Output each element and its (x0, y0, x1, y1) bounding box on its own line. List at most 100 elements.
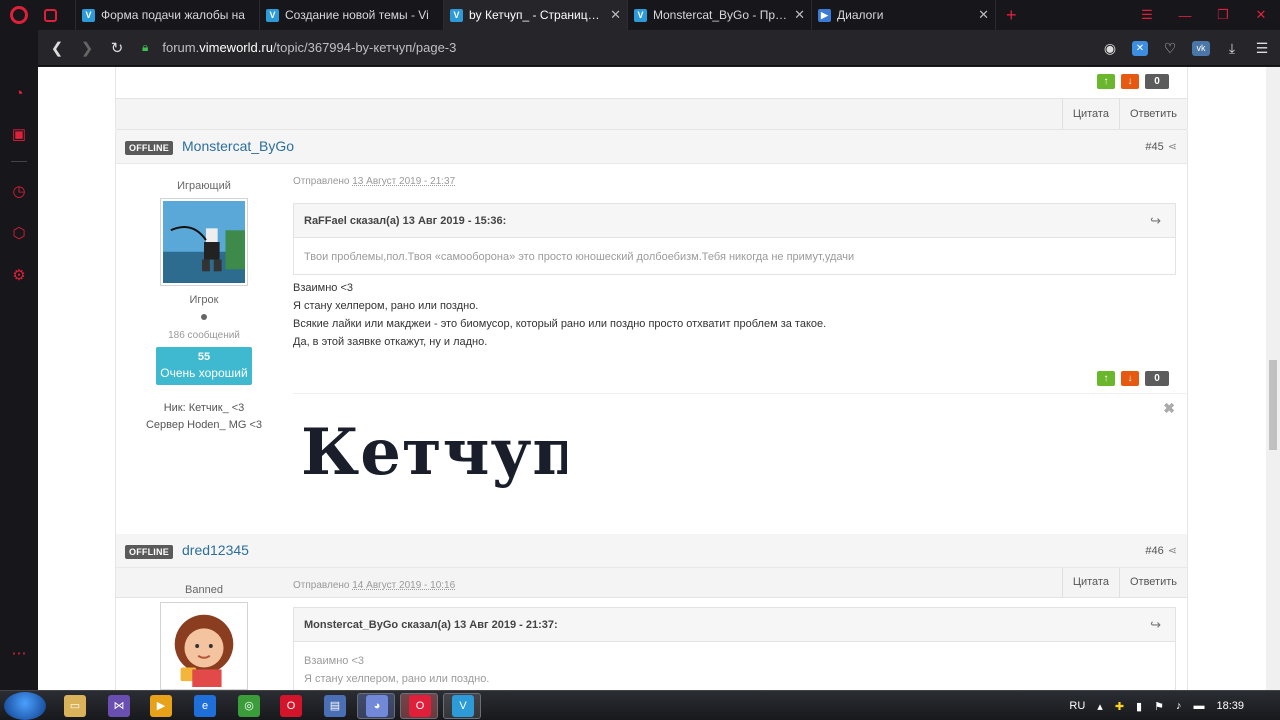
post-header: OFFLINE Monstercat_ByGo #45 ⋖ (116, 130, 1187, 164)
body-line: Да, в этой заявке откажут, ну и ладно. (293, 336, 488, 348)
body-line: Взаимно <3 (293, 282, 353, 294)
download-icon[interactable]: ⤓ (1224, 40, 1240, 57)
speed-dial-icon[interactable]: ◔ (10, 85, 28, 103)
quote-jump-icon[interactable]: ↪ (1150, 204, 1161, 238)
hide-signature-icon[interactable]: ✖ (1163, 400, 1175, 417)
dialogs-icon: ▶ (818, 8, 831, 22)
close-tab-icon[interactable]: ✕ (610, 7, 621, 23)
rep-up-button[interactable]: ↑ (1097, 74, 1115, 89)
battery-icon[interactable]: ▬ (1193, 700, 1204, 712)
windows-taskbar: ▭ ⋈ ▶ e ◎ O ▤ ◕ O V RU ▴ ✚ ▮ ⚑ ♪ ▬ 18:39 (0, 690, 1280, 720)
tab-pinned[interactable] (38, 0, 76, 30)
start-button[interactable] (4, 692, 46, 720)
camera-icon[interactable]: ◉ (1102, 40, 1118, 57)
visual-studio-icon[interactable]: ⋈ (108, 695, 130, 717)
quote-citation: Monstercat_ByGo сказал(а) 13 Авг 2019 - … (304, 619, 558, 631)
opera-taskbar-button[interactable]: O (400, 693, 438, 719)
tab-complaint-form[interactable]: V Форма подачи жалобы на (76, 0, 260, 30)
address-bar: ❮ ❯ ↻ 🔒︎ forum.vimeworld.ru/topic/367994… (38, 30, 1280, 66)
explorer-icon[interactable]: ▭ (64, 695, 86, 717)
discord-taskbar-button[interactable]: ◕ (357, 693, 395, 719)
history-icon[interactable]: ◷ (10, 183, 28, 201)
extensions-icon[interactable]: ⬡ (10, 225, 28, 243)
sent-date: 13 Август 2019 - 21:37 (352, 176, 456, 187)
discord-icon: ◕ (366, 695, 388, 717)
vk-icon[interactable]: vk (1192, 40, 1210, 56)
new-tab-icon[interactable]: + (1006, 5, 1017, 26)
twitch-icon[interactable]: ▣ (10, 126, 28, 144)
post-number[interactable]: #45 ⋖ (1145, 140, 1177, 153)
tab-menu-icon[interactable]: ☰ (1128, 7, 1166, 23)
save-icon[interactable]: ▤ (324, 695, 346, 717)
author-panel: Играющий Игрок 186 сообщений 55 Очень хо… (116, 180, 292, 434)
reload-icon[interactable]: ↻ (102, 39, 132, 57)
body-line: Я стану хелпером, рано или поздно. (293, 300, 479, 312)
restore-icon[interactable]: ❐ (1204, 7, 1242, 23)
url-prefix: forum. (162, 40, 200, 55)
post-date: Отправлено 13 Август 2019 - 21:37 (293, 176, 455, 187)
author-role: Играющий (177, 180, 231, 192)
vimeworld-icon: V (266, 8, 279, 22)
media-player-icon[interactable]: ▶ (150, 695, 172, 717)
minimize-icon[interactable]: — (1166, 8, 1204, 23)
network-icon[interactable]: ▮ (1136, 700, 1142, 713)
tab-title: Диалоги (837, 8, 884, 22)
tab-ketchup-page3[interactable]: V by Кетчуп_ - Страница 3 - ✕ (444, 0, 628, 30)
forward-icon[interactable]: ❯ (72, 39, 102, 57)
post-45: OFFLINE Monstercat_ByGo #45 ⋖ Играющий Иг… (115, 130, 1188, 598)
opera-menu-icon[interactable] (0, 0, 38, 30)
more-icon[interactable]: ⋯ (10, 645, 28, 663)
chrome-icon[interactable]: ◎ (238, 695, 260, 717)
close-window-icon[interactable]: ✕ (1242, 7, 1280, 23)
back-icon[interactable]: ❮ (42, 39, 72, 57)
share-icon[interactable]: ⋖ (1168, 545, 1177, 557)
tab-new-topic[interactable]: V Создание новой темы - Vi (260, 0, 444, 30)
tray-app-icon[interactable]: ✚ (1115, 700, 1124, 713)
rep-down-button[interactable]: ↓ (1121, 74, 1139, 89)
field-server: Сервер Hoden_ MG <3 (145, 419, 263, 431)
avatar[interactable] (160, 198, 248, 286)
close-tab-icon[interactable]: ✕ (978, 7, 989, 23)
language-indicator[interactable]: RU (1069, 700, 1085, 712)
quote-button[interactable]: Цитата (1061, 99, 1119, 129)
speaker-icon[interactable]: ♪ (1176, 700, 1182, 712)
flag-icon[interactable]: ⚑ (1154, 700, 1164, 713)
author-link[interactable]: Monstercat_ByGo (182, 138, 294, 154)
page-scrollbar[interactable] (1266, 67, 1280, 690)
post-number[interactable]: #46 ⋖ (1145, 544, 1177, 557)
signature-image: Кетчуп (301, 415, 567, 490)
reply-button[interactable]: Ответить (1118, 99, 1187, 129)
field-nick: Ник: Кетчик_ <3 (163, 402, 245, 414)
post-number-text: #45 (1145, 141, 1164, 153)
vimeworld-taskbar-button[interactable]: V (443, 693, 481, 719)
tab-dialogs[interactable]: ▶ Диалоги ✕ (812, 0, 996, 30)
quote-jump-icon[interactable]: ↪ (1150, 608, 1161, 642)
url-domain-name: vimeworld.ru (199, 40, 273, 55)
quote-block: Monstercat_ByGo сказал(а) 13 Авг 2019 - … (293, 607, 1176, 690)
close-tab-icon[interactable]: ✕ (794, 7, 805, 23)
rep-down-button[interactable]: ↓ (1121, 371, 1139, 386)
quote-block: RaFFael сказал(а) 13 Авг 2019 - 15:36: ↪… (293, 203, 1176, 275)
author-link[interactable]: dred12345 (182, 542, 249, 558)
tab-profile[interactable]: V Monstercat_ByGo - Просм ✕ (628, 0, 812, 30)
rep-up-button[interactable]: ↑ (1097, 371, 1115, 386)
share-icon[interactable]: ⋖ (1168, 141, 1177, 153)
heart-icon[interactable]: ♡ (1162, 40, 1178, 57)
settings-icon[interactable]: ⚙ (10, 267, 28, 285)
url-field[interactable]: forum.vimeworld.ru/topic/367994-by-кетчу… (162, 40, 456, 55)
opera-active-icon: O (409, 695, 431, 717)
ie-icon[interactable]: e (194, 695, 216, 717)
scrollbar-thumb[interactable] (1269, 360, 1277, 450)
status-badge: OFFLINE (125, 141, 173, 155)
menu-icon[interactable]: ☰ (1254, 40, 1270, 57)
post-45-rep-controls: ↑ ↓ 0 (1097, 371, 1169, 386)
opera-icon[interactable]: O (280, 695, 302, 717)
clock[interactable]: 18:39 (1216, 700, 1244, 712)
tray-arrow-icon[interactable]: ▴ (1097, 700, 1103, 713)
author-group: Игрок (189, 294, 219, 306)
adblock-icon[interactable]: ✕ (1132, 40, 1148, 56)
sent-date: 14 Август 2019 - 10:16 (352, 580, 456, 591)
quote-header: RaFFael сказал(а) 13 Авг 2019 - 15:36: ↪ (294, 204, 1175, 238)
avatar[interactable] (160, 602, 248, 690)
rep-count: 0 (1145, 74, 1169, 89)
